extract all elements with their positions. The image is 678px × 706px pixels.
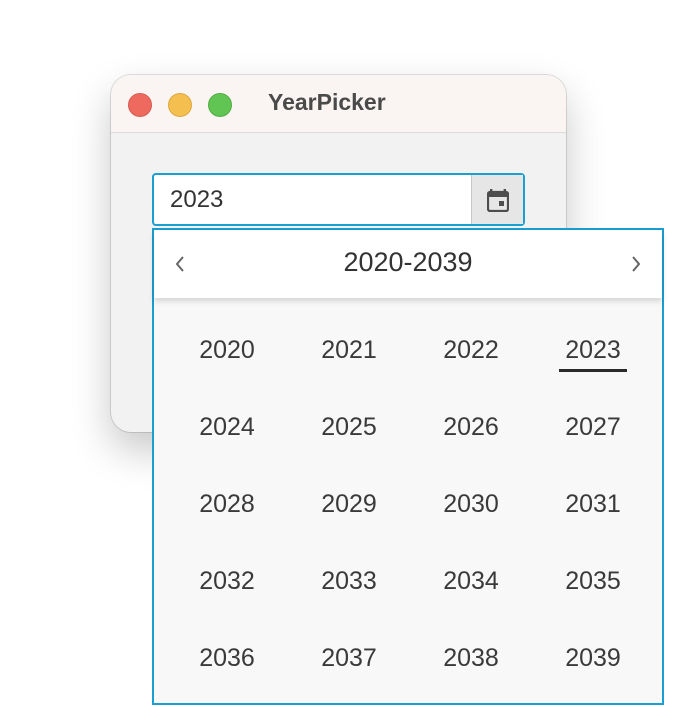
- year-cell[interactable]: 2022: [416, 325, 526, 375]
- next-range-button[interactable]: [624, 252, 648, 276]
- year-text-field[interactable]: [154, 175, 472, 224]
- year-cell[interactable]: 2029: [294, 479, 404, 529]
- calendar-toggle-button[interactable]: [471, 175, 523, 224]
- year-cell[interactable]: 2033: [294, 556, 404, 606]
- title-bar: YearPicker: [111, 75, 566, 133]
- maximize-window-button[interactable]: [208, 93, 232, 117]
- year-cell[interactable]: 2038: [416, 633, 526, 683]
- year-cell[interactable]: 2034: [416, 556, 526, 606]
- close-window-button[interactable]: [128, 93, 152, 117]
- year-cell[interactable]: 2024: [172, 402, 282, 452]
- screen: YearPicker 2020-2039: [0, 0, 678, 706]
- year-cell[interactable]: 2021: [294, 325, 404, 375]
- year-cell[interactable]: 2027: [538, 402, 648, 452]
- calendar-icon: [486, 188, 509, 212]
- year-cell[interactable]: 2037: [294, 633, 404, 683]
- popup-header: 2020-2039: [154, 230, 662, 298]
- year-cell-selected[interactable]: 2023: [538, 325, 648, 375]
- year-cell[interactable]: 2039: [538, 633, 648, 683]
- year-cell[interactable]: 2035: [538, 556, 648, 606]
- year-cell[interactable]: 2030: [416, 479, 526, 529]
- year-picker-popup: 2020-2039 2020 2021 2022 2023 2024 2025 …: [152, 228, 664, 705]
- year-range-label[interactable]: 2020-2039: [154, 247, 662, 278]
- year-picker-input: [152, 173, 525, 226]
- year-cell[interactable]: 2025: [294, 402, 404, 452]
- year-cell[interactable]: 2026: [416, 402, 526, 452]
- year-cell[interactable]: 2020: [172, 325, 282, 375]
- year-cell[interactable]: 2032: [172, 556, 282, 606]
- minimize-window-button[interactable]: [168, 93, 192, 117]
- chevron-right-icon: [632, 256, 641, 272]
- year-cell[interactable]: 2031: [538, 479, 648, 529]
- year-cell[interactable]: 2036: [172, 633, 282, 683]
- window-title: YearPicker: [268, 89, 386, 115]
- year-cell[interactable]: 2028: [172, 479, 282, 529]
